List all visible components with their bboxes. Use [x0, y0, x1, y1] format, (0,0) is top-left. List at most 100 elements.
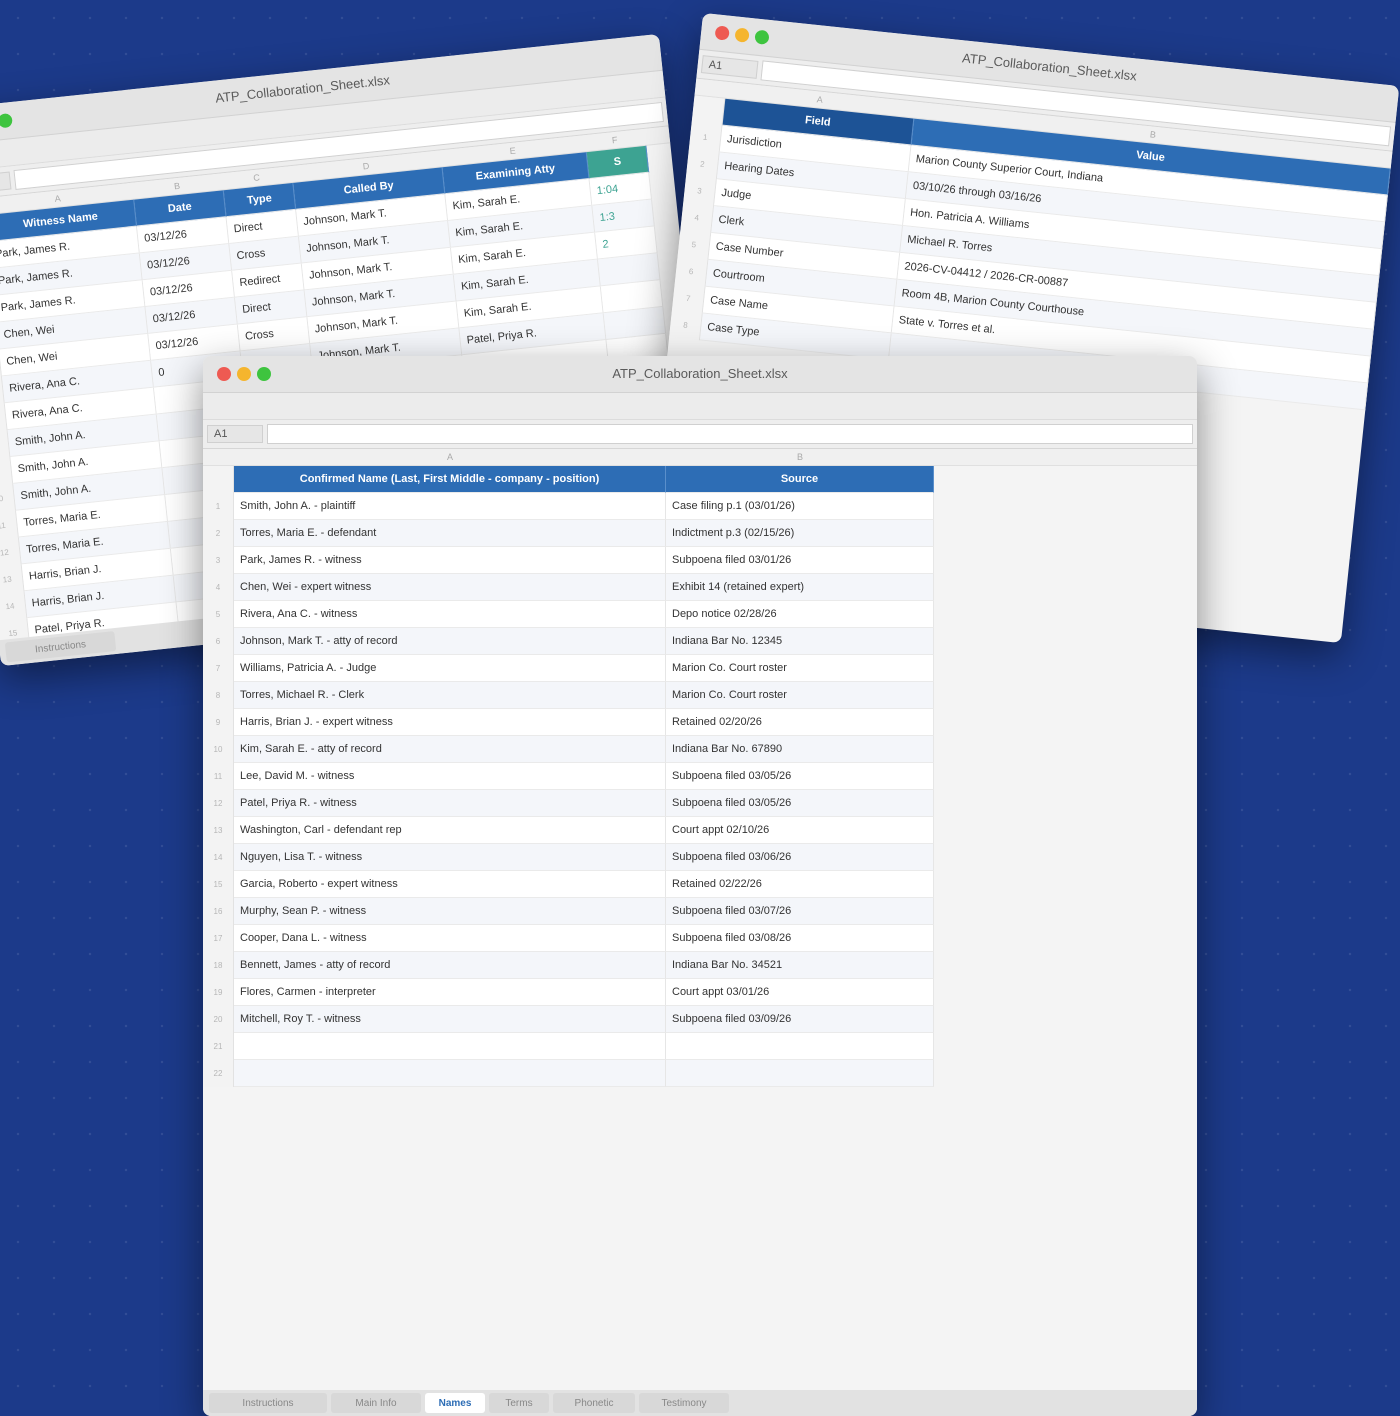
row-number[interactable]: 2 [686, 149, 720, 180]
sheet-grid[interactable]: Confirmed Name (Last, First Middle - com… [203, 466, 1197, 1087]
table-cell[interactable]: Subpoena filed 03/05/26 [666, 790, 934, 817]
row-number[interactable]: 19 [203, 979, 234, 1006]
table-cell[interactable]: Subpoena filed 03/07/26 [666, 898, 934, 925]
table-cell[interactable]: Subpoena filed 03/05/26 [666, 763, 934, 790]
row-number[interactable]: 16 [203, 898, 234, 925]
row-number[interactable]: 20 [203, 1006, 234, 1033]
front-spreadsheet-window[interactable]: ATP_Collaboration_Sheet.xlsx A1 A B Conf… [203, 356, 1197, 1416]
row-number[interactable]: 14 [203, 844, 234, 871]
formula-input[interactable] [267, 424, 1193, 444]
table-cell[interactable]: Retained 02/20/26 [666, 709, 934, 736]
tab-phonetic[interactable]: Phonetic [553, 1393, 635, 1413]
table-cell[interactable]: Washington, Carl - defendant rep [234, 817, 666, 844]
tab-testimony[interactable]: Testimony [639, 1393, 729, 1413]
table-row: 11 Lee, David M. - witness Subpoena filed … [203, 763, 1197, 790]
table-cell[interactable]: Johnson, Mark T. - atty of record [234, 628, 666, 655]
tab-instructions[interactable]: Instructions [209, 1393, 327, 1413]
table-cell[interactable]: Torres, Maria E. - defendant [234, 520, 666, 547]
table-cell[interactable]: Nguyen, Lisa T. - witness [234, 844, 666, 871]
table-cell[interactable]: Murphy, Sean P. - witness [234, 898, 666, 925]
row-number[interactable]: 6 [203, 628, 234, 655]
table-cell[interactable]: Patel, Priya R. - witness [234, 790, 666, 817]
table-cell[interactable]: Kim, Sarah E. - atty of record [234, 736, 666, 763]
table-cell[interactable]: Subpoena filed 03/01/26 [666, 547, 934, 574]
table-cell[interactable]: Subpoena filed 03/06/26 [666, 844, 934, 871]
table-cell[interactable]: Cooper, Dana L. - witness [234, 925, 666, 952]
row-number[interactable]: 4 [680, 202, 715, 233]
row-number[interactable]: 7 [671, 283, 706, 314]
row-number[interactable]: 8 [203, 682, 234, 709]
table-cell[interactable]: Torres, Michael R. - Clerk [234, 682, 666, 709]
cell-reference[interactable]: A1 [207, 425, 263, 443]
cell-reference[interactable]: A1 [700, 55, 759, 79]
column-header-confirmed-name[interactable]: Confirmed Name (Last, First Middle - com… [234, 466, 666, 493]
table-cell[interactable] [666, 1060, 934, 1087]
tab-main-info[interactable]: Main Info [331, 1393, 421, 1413]
tab-terms[interactable]: Terms [489, 1393, 549, 1413]
row-number[interactable]: 8 [669, 310, 703, 341]
tab-names[interactable]: Names [425, 1393, 485, 1413]
row-number[interactable]: 1 [688, 122, 723, 153]
table-row: 4 Chen, Wei - expert witness Exhibit 14 (r… [203, 574, 1197, 601]
row-number[interactable]: 2 [203, 520, 234, 547]
table-cell[interactable]: Exhibit 14 (retained expert) [666, 574, 934, 601]
row-number[interactable]: 12 [203, 790, 234, 817]
row-number[interactable]: 5 [203, 601, 234, 628]
table-cell[interactable]: Subpoena filed 03/08/26 [666, 925, 934, 952]
row-number[interactable]: 5 [677, 229, 712, 260]
table-cell[interactable] [234, 1060, 666, 1087]
row-number[interactable]: 1 [203, 493, 234, 520]
table-cell[interactable]: Subpoena filed 03/09/26 [666, 1006, 934, 1033]
titlebar[interactable]: ATP_Collaboration_Sheet.xlsx [203, 356, 1197, 393]
row-number[interactable]: 7 [203, 655, 234, 682]
table-cell[interactable]: Bennett, James - atty of record [234, 952, 666, 979]
table-row: 13 Washington, Carl - defendant rep Court … [203, 817, 1197, 844]
table-cell[interactable]: Park, James R. - witness [234, 547, 666, 574]
table-cell[interactable]: Court appt 03/01/26 [666, 979, 934, 1006]
table-cell[interactable]: Indiana Bar No. 67890 [666, 736, 934, 763]
row-number[interactable]: 3 [203, 547, 234, 574]
table-cell[interactable]: Indiana Bar No. 12345 [666, 628, 934, 655]
table-row: 15 Garcia, Roberto - expert witness Retain… [203, 871, 1197, 898]
table-row: 5 Rivera, Ana C. - witness Depo notice 02/… [203, 601, 1197, 628]
table-cell[interactable]: Rivera, Ana C. - witness [234, 601, 666, 628]
column-header-source[interactable]: Source [666, 466, 934, 493]
table-cell[interactable]: Chen, Wei - expert witness [234, 574, 666, 601]
row-number[interactable]: 11 [203, 763, 234, 790]
table-cell[interactable] [666, 1033, 934, 1060]
table-cell[interactable]: Marion Co. Court roster [666, 655, 934, 682]
row-number[interactable]: 14 [0, 591, 28, 622]
table-cell[interactable]: Smith, John A. - plaintiff [234, 493, 666, 520]
table-row: 7 Williams, Patricia A. - Judge Marion Co.… [203, 655, 1197, 682]
row-number[interactable]: 15 [203, 871, 234, 898]
table-cell[interactable]: Court appt 02/10/26 [666, 817, 934, 844]
row-number[interactable]: 3 [683, 176, 717, 207]
row-number[interactable]: 13 [0, 564, 25, 595]
toolbar [203, 393, 1197, 420]
row-number[interactable]: 9 [203, 709, 234, 736]
row-number[interactable]: 4 [203, 574, 234, 601]
table-cell[interactable]: Indictment p.3 (02/15/26) [666, 520, 934, 547]
row-number[interactable]: 21 [203, 1033, 234, 1060]
table-cell[interactable]: Flores, Carmen - interpreter [234, 979, 666, 1006]
table-cell[interactable]: Williams, Patricia A. - Judge [234, 655, 666, 682]
table-cell[interactable]: Indiana Bar No. 34521 [666, 952, 934, 979]
table-cell[interactable]: Marion Co. Court roster [666, 682, 934, 709]
table-cell[interactable]: Garcia, Roberto - expert witness [234, 871, 666, 898]
table-cell[interactable]: Depo notice 02/28/26 [666, 601, 934, 628]
row-number[interactable]: 17 [203, 925, 234, 952]
table-cell[interactable]: Case filing p.1 (03/01/26) [666, 493, 934, 520]
table-cell[interactable]: Lee, David M. - witness [234, 763, 666, 790]
cell-reference[interactable]: A1 [0, 171, 12, 196]
table-cell[interactable]: Mitchell, Roy T. - witness [234, 1006, 666, 1033]
row-number[interactable]: 18 [203, 952, 234, 979]
table-cell[interactable]: Harris, Brian J. - expert witness [234, 709, 666, 736]
col-letter: A [446, 452, 453, 462]
row-number[interactable]: 6 [674, 256, 709, 287]
table-row: 1 Smith, John A. - plaintiff Case filing p… [203, 493, 1197, 520]
row-number[interactable]: 22 [203, 1060, 234, 1087]
row-number[interactable]: 10 [203, 736, 234, 763]
table-cell[interactable]: Retained 02/22/26 [666, 871, 934, 898]
table-cell[interactable] [234, 1033, 666, 1060]
row-number[interactable]: 13 [203, 817, 234, 844]
